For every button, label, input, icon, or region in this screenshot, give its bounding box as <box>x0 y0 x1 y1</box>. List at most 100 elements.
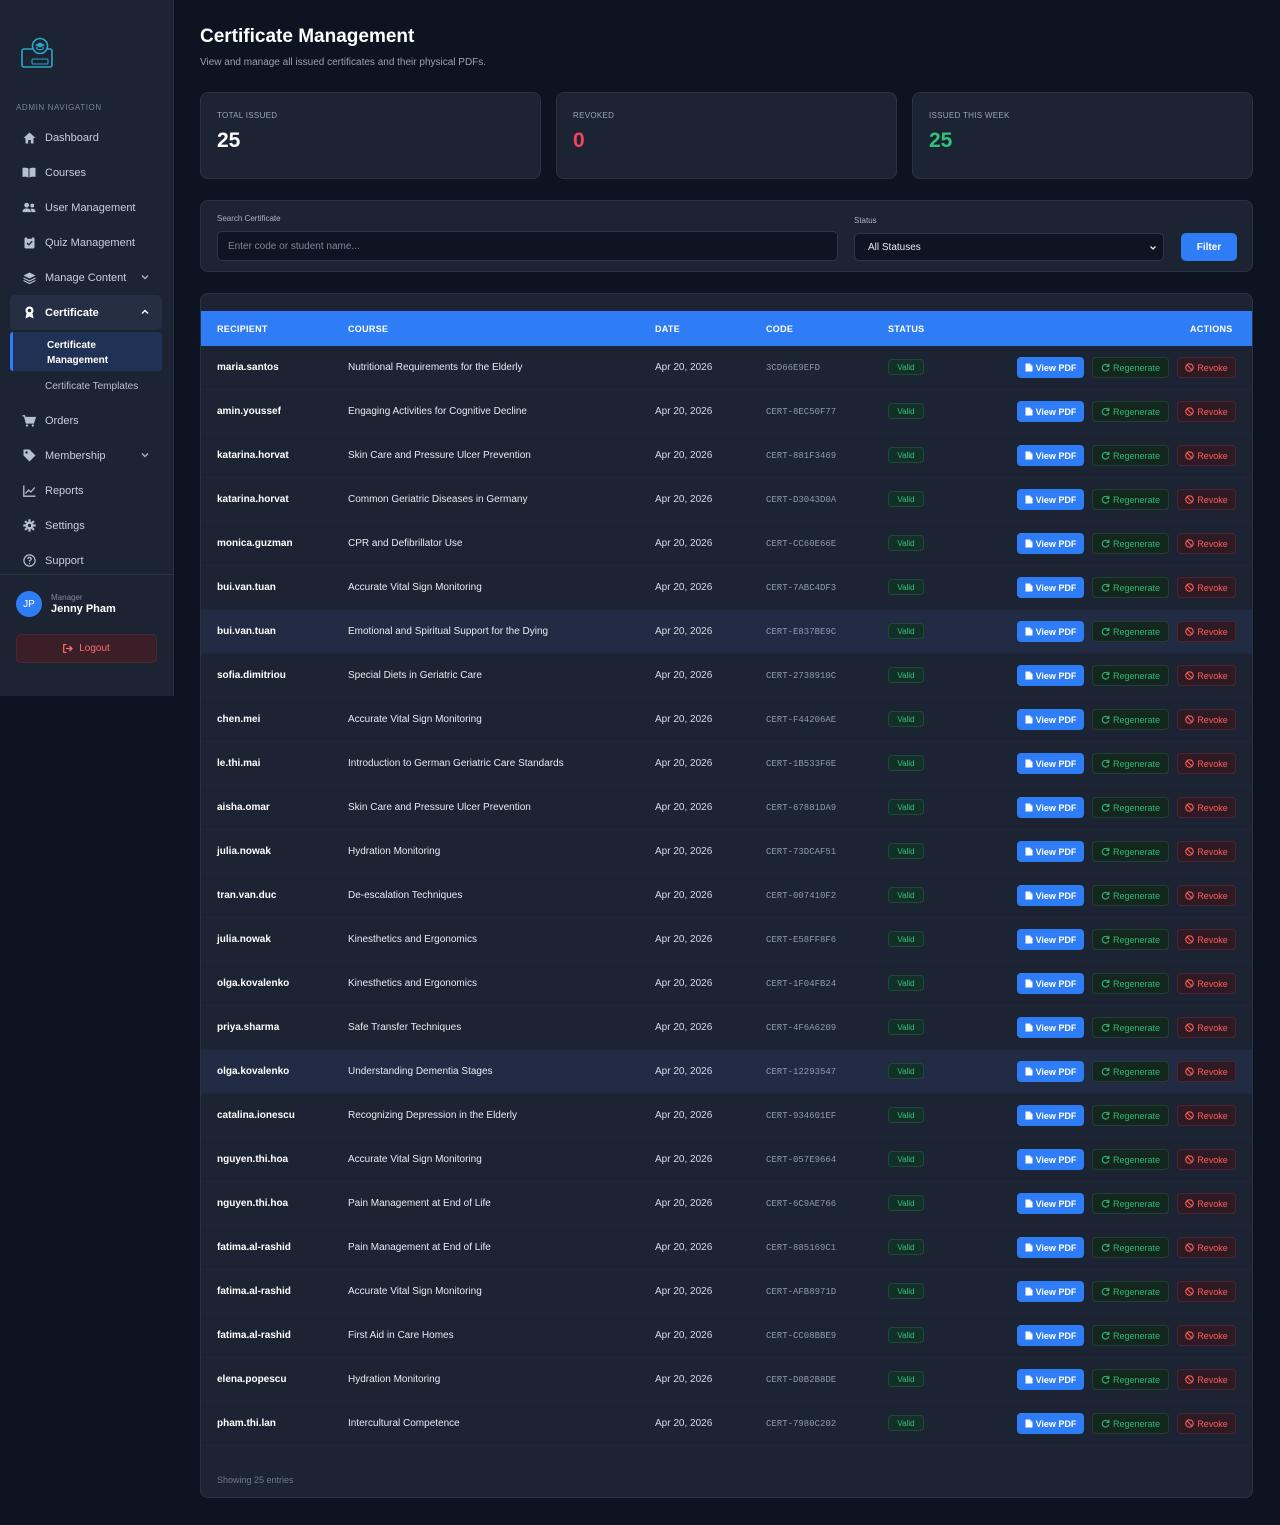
regenerate-button[interactable]: Regenerate <box>1092 841 1169 862</box>
sidebar-subitem-certificate-templates[interactable]: Certificate Templates <box>10 371 162 403</box>
search-input[interactable] <box>217 231 838 261</box>
revoke-button[interactable]: Revoke <box>1177 533 1236 554</box>
regenerate-button[interactable]: Regenerate <box>1092 929 1169 950</box>
user-profile[interactable]: JP Manager Jenny Pham <box>16 591 116 617</box>
sidebar-item-label: Membership <box>45 449 106 462</box>
regenerate-button[interactable]: Regenerate <box>1092 445 1169 466</box>
status-select[interactable]: All Statuses <box>854 233 1164 261</box>
view-pdf-button[interactable]: View PDF <box>1017 973 1084 994</box>
revoke-button[interactable]: Revoke <box>1177 1325 1236 1346</box>
logout-button[interactable]: Logout <box>16 634 157 663</box>
view-pdf-button[interactable]: View PDF <box>1017 357 1084 378</box>
revoke-button[interactable]: Revoke <box>1177 489 1236 510</box>
view-pdf-button[interactable]: View PDF <box>1017 665 1084 686</box>
view-pdf-button[interactable]: View PDF <box>1017 709 1084 730</box>
view-pdf-button[interactable]: View PDF <box>1017 1325 1084 1346</box>
sidebar-item-orders[interactable]: Orders <box>10 403 162 438</box>
recipient-cell: julia.nowak <box>217 934 271 945</box>
view-pdf-button[interactable]: View PDF <box>1017 533 1084 554</box>
revoke-button[interactable]: Revoke <box>1177 1237 1236 1258</box>
sidebar-item-membership[interactable]: Membership <box>10 438 162 473</box>
regenerate-button[interactable]: Regenerate <box>1092 885 1169 906</box>
regenerate-button[interactable]: Regenerate <box>1092 1017 1169 1038</box>
revoke-button[interactable]: Revoke <box>1177 1281 1236 1302</box>
regenerate-button[interactable]: Regenerate <box>1092 797 1169 818</box>
revoke-button[interactable]: Revoke <box>1177 665 1236 686</box>
revoke-button[interactable]: Revoke <box>1177 445 1236 466</box>
regenerate-button[interactable]: Regenerate <box>1092 1149 1169 1170</box>
regenerate-button[interactable]: Regenerate <box>1092 577 1169 598</box>
view-pdf-button[interactable]: View PDF <box>1017 841 1084 862</box>
regenerate-button[interactable]: Regenerate <box>1092 357 1169 378</box>
regenerate-button[interactable]: Regenerate <box>1092 1413 1169 1434</box>
view-pdf-button[interactable]: View PDF <box>1017 1281 1084 1302</box>
view-pdf-button[interactable]: View PDF <box>1017 1061 1084 1082</box>
view-pdf-button[interactable]: View PDF <box>1017 797 1084 818</box>
sidebar-subitem-certificate-management[interactable]: Certificate Management <box>10 332 162 371</box>
revoke-button[interactable]: Revoke <box>1177 621 1236 642</box>
regenerate-button[interactable]: Regenerate <box>1092 621 1169 642</box>
sidebar-item-courses[interactable]: Courses <box>10 155 162 190</box>
revoke-button[interactable]: Revoke <box>1177 973 1236 994</box>
view-pdf-button[interactable]: View PDF <box>1017 885 1084 906</box>
view-pdf-button[interactable]: View PDF <box>1017 621 1084 642</box>
view-pdf-button[interactable]: View PDF <box>1017 1193 1084 1214</box>
sidebar-item-dashboard[interactable]: Dashboard <box>10 120 162 155</box>
revoke-button[interactable]: Revoke <box>1177 1149 1236 1170</box>
logo-icon[interactable] <box>20 36 56 72</box>
sidebar-item-certificate[interactable]: Certificate <box>10 295 162 330</box>
regenerate-button[interactable]: Regenerate <box>1092 1237 1169 1258</box>
revoke-label: Revoke <box>1197 362 1228 373</box>
sidebar-item-settings[interactable]: Settings <box>10 508 162 543</box>
view-pdf-button[interactable]: View PDF <box>1017 1017 1084 1038</box>
revoke-button[interactable]: Revoke <box>1177 357 1236 378</box>
sidebar-item-label: Settings <box>45 519 85 532</box>
regenerate-button[interactable]: Regenerate <box>1092 665 1169 686</box>
revoke-button[interactable]: Revoke <box>1177 577 1236 598</box>
sidebar-item-support[interactable]: Support <box>10 543 162 578</box>
view-pdf-button[interactable]: View PDF <box>1017 929 1084 950</box>
regenerate-button[interactable]: Regenerate <box>1092 1061 1169 1082</box>
view-pdf-button[interactable]: View PDF <box>1017 489 1084 510</box>
regenerate-button[interactable]: Regenerate <box>1092 1105 1169 1126</box>
regenerate-button[interactable]: Regenerate <box>1092 1325 1169 1346</box>
view-pdf-button[interactable]: View PDF <box>1017 445 1084 466</box>
regenerate-button[interactable]: Regenerate <box>1092 533 1169 554</box>
view-pdf-button[interactable]: View PDF <box>1017 577 1084 598</box>
revoke-button[interactable]: Revoke <box>1177 1369 1236 1390</box>
sidebar-item-reports[interactable]: Reports <box>10 473 162 508</box>
regenerate-button[interactable]: Regenerate <box>1092 1281 1169 1302</box>
view-pdf-button[interactable]: View PDF <box>1017 1237 1084 1258</box>
regenerate-button[interactable]: Regenerate <box>1092 1369 1169 1390</box>
regenerate-button[interactable]: Regenerate <box>1092 1193 1169 1214</box>
view-pdf-button[interactable]: View PDF <box>1017 401 1084 422</box>
revoke-button[interactable]: Revoke <box>1177 753 1236 774</box>
table-row: fatima.al-rashid Pain Management at End o… <box>201 1226 1252 1270</box>
regenerate-button[interactable]: Regenerate <box>1092 489 1169 510</box>
sidebar-item-user-management[interactable]: User Management <box>10 190 162 225</box>
revoke-button[interactable]: Revoke <box>1177 1017 1236 1038</box>
revoke-button[interactable]: Revoke <box>1177 929 1236 950</box>
revoke-button[interactable]: Revoke <box>1177 841 1236 862</box>
view-pdf-button[interactable]: View PDF <box>1017 1369 1084 1390</box>
revoke-button[interactable]: Revoke <box>1177 401 1236 422</box>
revoke-button[interactable]: Revoke <box>1177 709 1236 730</box>
view-pdf-button[interactable]: View PDF <box>1017 1149 1084 1170</box>
revoke-button[interactable]: Revoke <box>1177 1413 1236 1434</box>
sidebar-divider <box>0 574 174 575</box>
view-pdf-button[interactable]: View PDF <box>1017 1105 1084 1126</box>
regenerate-button[interactable]: Regenerate <box>1092 973 1169 994</box>
revoke-button[interactable]: Revoke <box>1177 885 1236 906</box>
view-pdf-button[interactable]: View PDF <box>1017 1413 1084 1434</box>
regenerate-button[interactable]: Regenerate <box>1092 709 1169 730</box>
sidebar-item-quiz-management[interactable]: Quiz Management <box>10 225 162 260</box>
regenerate-button[interactable]: Regenerate <box>1092 753 1169 774</box>
regenerate-button[interactable]: Regenerate <box>1092 401 1169 422</box>
revoke-button[interactable]: Revoke <box>1177 1061 1236 1082</box>
view-pdf-button[interactable]: View PDF <box>1017 753 1084 774</box>
revoke-button[interactable]: Revoke <box>1177 1105 1236 1126</box>
sidebar-item-manage-content[interactable]: Manage Content <box>10 260 162 295</box>
filter-button[interactable]: Filter <box>1181 233 1237 261</box>
revoke-button[interactable]: Revoke <box>1177 1193 1236 1214</box>
revoke-button[interactable]: Revoke <box>1177 797 1236 818</box>
